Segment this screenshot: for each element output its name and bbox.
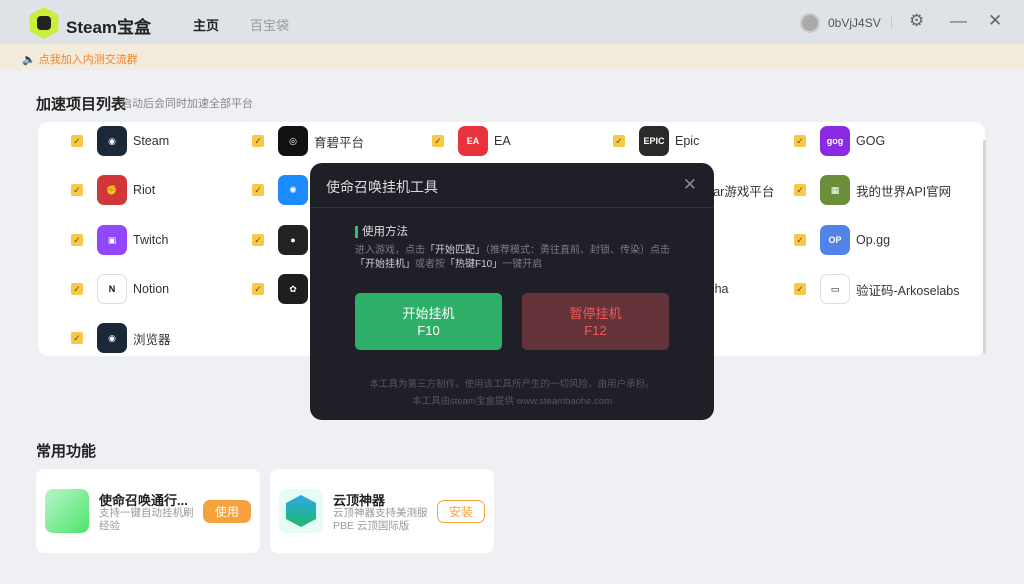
join-group-notice[interactable]: 🔈 点我加入内测交流群 <box>0 44 1024 70</box>
card-desc: 云顶神器支持美测服PBE 云顶国际版 <box>333 507 428 532</box>
browser-steam-icon: ◉ <box>97 323 127 353</box>
howto-title: 使用方法 <box>355 226 408 238</box>
accel-item[interactable]: ✓ ▭ 验证码-Arkoselabs <box>794 274 960 304</box>
accel-item-label: GOG <box>856 134 886 148</box>
accel-item-label: Epic <box>675 134 700 148</box>
accel-subtitle: 启动后会同时加速全部平台 <box>121 98 253 110</box>
accel-item[interactable]: ✓ ▣ Twitch <box>71 225 168 255</box>
accel-item-label: Twitch <box>133 233 169 247</box>
nav-toolbox[interactable]: 百宝袋 <box>250 15 289 34</box>
id-card-icon <box>45 489 89 533</box>
checkbox[interactable]: ✓ <box>794 135 806 147</box>
checkbox[interactable]: ✓ <box>794 283 806 295</box>
accel-item-label: Notion <box>133 282 170 296</box>
divider <box>891 15 892 29</box>
notion-icon: N <box>97 274 127 304</box>
install-button[interactable]: 安装 <box>437 500 485 523</box>
accel-item-label: 我的世界API官网 <box>856 184 952 199</box>
checkbox[interactable]: ✓ <box>71 184 83 196</box>
accel-item[interactable]: ✓ EPIC Epic <box>613 126 699 156</box>
accel-item[interactable]: ✓ ✊ Riot <box>71 175 155 205</box>
checkbox[interactable]: ✓ <box>613 135 625 147</box>
accel-item[interactable]: ✓ N Notion <box>71 274 169 304</box>
checkbox[interactable]: ✓ <box>794 234 806 246</box>
avatar <box>800 13 820 33</box>
accel-item-label: EA <box>494 134 511 148</box>
accel-item[interactable]: ✓ ▦ 我的世界API官网 <box>794 175 951 205</box>
accel-item[interactable]: ✓ gog GOG <box>794 126 885 156</box>
accel-item[interactable]: ✓ ✿ <box>252 274 314 304</box>
accel-title: 加速项目列表 <box>36 96 127 113</box>
start-afk-button[interactable]: 开始挂机 F10 <box>355 293 502 350</box>
accel-item-label: 育碧平台 <box>314 135 365 150</box>
disclaimer: 本工具为第三方制作，使用该工具所产生的一切风险，由用户承担。 <box>369 379 655 390</box>
accel-item[interactable]: ✓ OP Op.gg <box>794 225 890 255</box>
tft-icon <box>279 489 323 533</box>
accel-item-label: 验证码-Arkoselabs <box>856 283 960 298</box>
accel-item-label: Riot <box>133 183 156 197</box>
twitch-icon: ▣ <box>97 225 127 255</box>
ubisoft-icon: ◎ <box>278 126 308 156</box>
figma-icon: ✿ <box>278 274 308 304</box>
nav-home[interactable]: 主页 <box>193 15 219 34</box>
accel-item[interactable]: ✓ EA EA <box>432 126 511 156</box>
dialog-title: 使命召唤挂机工具 <box>310 163 714 208</box>
app-name: Steam宝盒 <box>66 18 152 37</box>
checkbox[interactable]: ✓ <box>432 135 444 147</box>
checkbox[interactable]: ✓ <box>794 184 806 196</box>
minimize-icon[interactable]: — <box>950 11 967 31</box>
card-tft[interactable]: 云顶神器 云顶神器支持美测服PBE 云顶国际版 安装 <box>270 469 494 553</box>
speaker-icon: 🔈 <box>22 54 36 66</box>
checkbox[interactable]: ✓ <box>252 283 264 295</box>
pause-afk-button[interactable]: 暂停挂机 F12 <box>522 293 669 350</box>
captcha-icon: ▭ <box>820 274 850 304</box>
app-logo <box>29 7 59 39</box>
riot-icon: ✊ <box>97 175 127 205</box>
accel-item[interactable]: ✓ ◉ 浏览器 <box>71 323 171 353</box>
checkbox[interactable]: ✓ <box>252 184 264 196</box>
use-button[interactable]: 使用 <box>203 500 251 523</box>
accel-item[interactable]: ✓ ✺ <box>252 175 314 205</box>
username: 0bVjJ4SV <box>828 16 881 30</box>
dialog-close-icon[interactable]: ✕ <box>683 175 697 195</box>
accel-item[interactable]: ✓ ● <box>252 225 314 255</box>
checkbox[interactable]: ✓ <box>71 234 83 246</box>
checkbox[interactable]: ✓ <box>71 332 83 344</box>
howto-desc: 进入游戏，点击「开始匹配」（推荐模式：勇往直前、封锁、传染）点击 「开始挂机」或者… <box>355 245 670 270</box>
checkbox[interactable]: ✓ <box>252 234 264 246</box>
title-bar: Steam宝盒 主页 百宝袋 0bVjJ4SV ⚙ — ✕ <box>0 0 1024 44</box>
minecraft-icon: ▦ <box>820 175 850 205</box>
github-icon: ● <box>278 225 308 255</box>
battlenet-icon: ✺ <box>278 175 308 205</box>
epic-icon: EPIC <box>639 126 669 156</box>
gog-icon: gog <box>820 126 850 156</box>
settings-icon[interactable]: ⚙ <box>909 11 924 31</box>
cod-afk-dialog: 使命召唤挂机工具 ✕ 使用方法 进入游戏，点击「开始匹配」（推荐模式：勇往直前、… <box>310 163 714 420</box>
accel-item[interactable]: ✓ ◉ Steam <box>71 126 169 156</box>
accel-item[interactable]: ✓ ◎ 育碧平台 <box>252 126 364 156</box>
provider-note: 本工具由steam宝盒提供 www.steambaohe.com <box>411 396 613 407</box>
common-title: 常用功能 <box>36 443 97 460</box>
accel-item-label: Op.gg <box>856 233 891 247</box>
steam-icon: ◉ <box>97 126 127 156</box>
close-icon[interactable]: ✕ <box>988 11 1002 31</box>
scrollbar[interactable] <box>983 140 986 354</box>
accel-item-label: Steam <box>133 134 170 148</box>
checkbox[interactable]: ✓ <box>71 283 83 295</box>
checkbox[interactable]: ✓ <box>252 135 264 147</box>
card-desc: 支持一键自动挂机刷经验 <box>99 507 194 532</box>
accel-item-label: 浏览器 <box>133 332 171 347</box>
card-cod-pass[interactable]: 使命召唤通行... 支持一键自动挂机刷经验 使用 <box>36 469 260 553</box>
notice-text: 点我加入内测交流群 <box>38 54 138 66</box>
ea-icon: EA <box>458 126 488 156</box>
opgg-icon: OP <box>820 225 850 255</box>
user-account[interactable]: 0bVjJ4SV <box>800 13 881 33</box>
checkbox[interactable]: ✓ <box>71 135 83 147</box>
